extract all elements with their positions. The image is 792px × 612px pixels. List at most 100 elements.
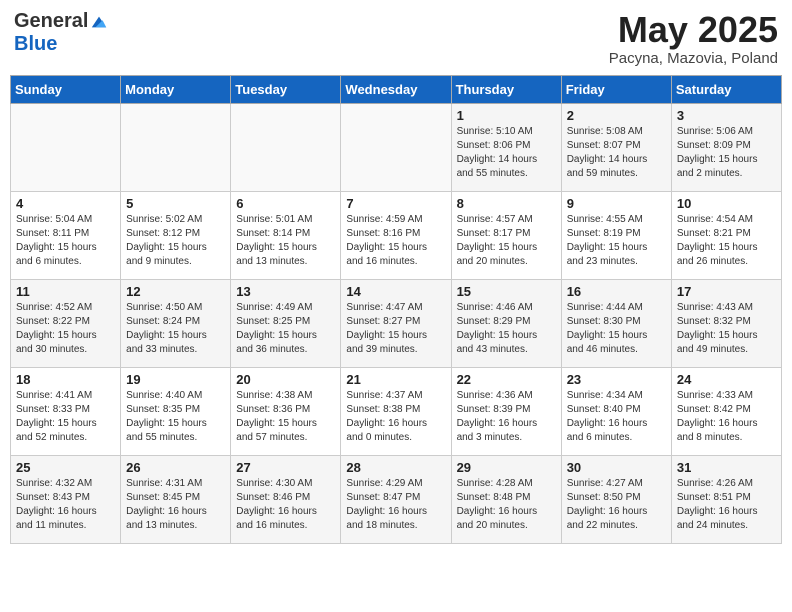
- day-header-sunday: Sunday: [11, 75, 121, 103]
- calendar-cell: 16 Sunrise: 4:44 AM Sunset: 8:30 PM Dayli…: [561, 279, 671, 367]
- calendar-cell: 9 Sunrise: 4:55 AM Sunset: 8:19 PM Daylig…: [561, 191, 671, 279]
- day-info: Sunrise: 4:41 AM Sunset: 8:33 PM Dayligh…: [16, 389, 115, 445]
- day-number: 25: [16, 460, 115, 475]
- calendar-cell: 30 Sunrise: 4:27 AM Sunset: 8:50 PM Dayli…: [561, 455, 671, 543]
- day-header-friday: Friday: [561, 75, 671, 103]
- calendar-cell: 29 Sunrise: 4:28 AM Sunset: 8:48 PM Dayli…: [451, 455, 561, 543]
- day-info: Sunrise: 4:34 AM Sunset: 8:40 PM Dayligh…: [567, 389, 666, 445]
- day-number: 14: [346, 284, 445, 299]
- day-number: 24: [677, 372, 776, 387]
- calendar-cell: 13Sunrise: 4:49 AM Sunset: 8:25 PM Dayli…: [231, 279, 341, 367]
- day-number: 11: [16, 284, 115, 299]
- calendar-week-1: 1 Sunrise: 5:10 AM Sunset: 8:06 PM Daylig…: [11, 103, 782, 191]
- day-info: Sunrise: 4:30 AM Sunset: 8:46 PM Dayligh…: [236, 477, 335, 533]
- title-section: May 2025 Pacyna, Mazovia, Poland: [609, 10, 778, 67]
- month-title: May 2025: [609, 10, 778, 50]
- logo: General Blue: [14, 10, 108, 56]
- day-number: 19: [126, 372, 225, 387]
- day-number: 5: [126, 196, 225, 211]
- calendar-cell: 10 Sunrise: 4:54 AM Sunset: 8:21 PM Dayli…: [671, 191, 781, 279]
- day-number: 9: [567, 196, 666, 211]
- day-number: 15: [457, 284, 556, 299]
- calendar-cell: 8Sunrise: 4:57 AM Sunset: 8:17 PM Daylig…: [451, 191, 561, 279]
- day-info: Sunrise: 4:43 AM Sunset: 8:32 PM Dayligh…: [677, 301, 776, 357]
- day-info: Sunrise: 5:06 AM Sunset: 8:09 PM Dayligh…: [677, 125, 776, 181]
- calendar-cell: 3 Sunrise: 5:06 AM Sunset: 8:09 PM Daylig…: [671, 103, 781, 191]
- day-number: 6: [236, 196, 335, 211]
- day-info: Sunrise: 5:04 AM Sunset: 8:11 PM Dayligh…: [16, 213, 115, 269]
- calendar-cell: 20 Sunrise: 4:38 AM Sunset: 8:36 PM Dayli…: [231, 367, 341, 455]
- day-number: 20: [236, 372, 335, 387]
- calendar-cell: 7Sunrise: 4:59 AM Sunset: 8:16 PM Daylig…: [341, 191, 451, 279]
- logo-blue-text: Blue: [14, 33, 57, 56]
- calendar-cell: [11, 103, 121, 191]
- calendar-cell: 12 Sunrise: 4:50 AM Sunset: 8:24 PM Dayli…: [121, 279, 231, 367]
- day-info: Sunrise: 4:29 AM Sunset: 8:47 PM Dayligh…: [346, 477, 445, 533]
- day-number: 17: [677, 284, 776, 299]
- day-info: Sunrise: 4:46 AM Sunset: 8:29 PM Dayligh…: [457, 301, 556, 357]
- calendar-cell: 6 Sunrise: 5:01 AM Sunset: 8:14 PM Daylig…: [231, 191, 341, 279]
- day-number: 16: [567, 284, 666, 299]
- day-info: Sunrise: 4:52 AM Sunset: 8:22 PM Dayligh…: [16, 301, 115, 357]
- day-number: 26: [126, 460, 225, 475]
- calendar-week-5: 25Sunrise: 4:32 AM Sunset: 8:43 PM Dayli…: [11, 455, 782, 543]
- day-number: 12: [126, 284, 225, 299]
- day-info: Sunrise: 4:33 AM Sunset: 8:42 PM Dayligh…: [677, 389, 776, 445]
- day-number: 21: [346, 372, 445, 387]
- day-info: Sunrise: 4:44 AM Sunset: 8:30 PM Dayligh…: [567, 301, 666, 357]
- calendar-cell: 5 Sunrise: 5:02 AM Sunset: 8:12 PM Daylig…: [121, 191, 231, 279]
- day-info: Sunrise: 4:47 AM Sunset: 8:27 PM Dayligh…: [346, 301, 445, 357]
- day-number: 30: [567, 460, 666, 475]
- day-number: 10: [677, 196, 776, 211]
- day-number: 29: [457, 460, 556, 475]
- day-number: 3: [677, 108, 776, 123]
- calendar-cell: 28Sunrise: 4:29 AM Sunset: 8:47 PM Dayli…: [341, 455, 451, 543]
- calendar-cell: 15 Sunrise: 4:46 AM Sunset: 8:29 PM Dayli…: [451, 279, 561, 367]
- logo-general-text: General: [14, 10, 88, 33]
- calendar-cell: [231, 103, 341, 191]
- calendar-cell: 17 Sunrise: 4:43 AM Sunset: 8:32 PM Dayli…: [671, 279, 781, 367]
- day-info: Sunrise: 4:55 AM Sunset: 8:19 PM Dayligh…: [567, 213, 666, 269]
- day-number: 23: [567, 372, 666, 387]
- day-info: Sunrise: 4:40 AM Sunset: 8:35 PM Dayligh…: [126, 389, 225, 445]
- day-header-thursday: Thursday: [451, 75, 561, 103]
- day-info: Sunrise: 4:49 AM Sunset: 8:25 PM Dayligh…: [236, 301, 335, 357]
- day-info: Sunrise: 4:28 AM Sunset: 8:48 PM Dayligh…: [457, 477, 556, 533]
- calendar-cell: 24 Sunrise: 4:33 AM Sunset: 8:42 PM Dayli…: [671, 367, 781, 455]
- day-info: Sunrise: 5:01 AM Sunset: 8:14 PM Dayligh…: [236, 213, 335, 269]
- calendar-cell: 18 Sunrise: 4:41 AM Sunset: 8:33 PM Dayli…: [11, 367, 121, 455]
- day-number: 1: [457, 108, 556, 123]
- day-number: 2: [567, 108, 666, 123]
- day-header-wednesday: Wednesday: [341, 75, 451, 103]
- day-info: Sunrise: 4:54 AM Sunset: 8:21 PM Dayligh…: [677, 213, 776, 269]
- day-info: Sunrise: 5:10 AM Sunset: 8:06 PM Dayligh…: [457, 125, 556, 181]
- day-info: Sunrise: 5:08 AM Sunset: 8:07 PM Dayligh…: [567, 125, 666, 181]
- day-info: Sunrise: 4:36 AM Sunset: 8:39 PM Dayligh…: [457, 389, 556, 445]
- day-number: 22: [457, 372, 556, 387]
- location-subtitle: Pacyna, Mazovia, Poland: [609, 50, 778, 67]
- day-number: 27: [236, 460, 335, 475]
- calendar-cell: [121, 103, 231, 191]
- calendar-header-row: SundayMondayTuesdayWednesdayThursdayFrid…: [11, 75, 782, 103]
- day-number: 4: [16, 196, 115, 211]
- calendar-week-4: 18 Sunrise: 4:41 AM Sunset: 8:33 PM Dayli…: [11, 367, 782, 455]
- day-number: 18: [16, 372, 115, 387]
- day-info: Sunrise: 4:27 AM Sunset: 8:50 PM Dayligh…: [567, 477, 666, 533]
- day-info: Sunrise: 4:50 AM Sunset: 8:24 PM Dayligh…: [126, 301, 225, 357]
- calendar-cell: 1 Sunrise: 5:10 AM Sunset: 8:06 PM Daylig…: [451, 103, 561, 191]
- day-info: Sunrise: 4:31 AM Sunset: 8:45 PM Dayligh…: [126, 477, 225, 533]
- day-info: Sunrise: 5:02 AM Sunset: 8:12 PM Dayligh…: [126, 213, 225, 269]
- calendar-cell: [341, 103, 451, 191]
- calendar-cell: 23 Sunrise: 4:34 AM Sunset: 8:40 PM Dayli…: [561, 367, 671, 455]
- calendar-cell: 4 Sunrise: 5:04 AM Sunset: 8:11 PM Daylig…: [11, 191, 121, 279]
- day-info: Sunrise: 4:38 AM Sunset: 8:36 PM Dayligh…: [236, 389, 335, 445]
- day-header-monday: Monday: [121, 75, 231, 103]
- day-info: Sunrise: 4:37 AM Sunset: 8:38 PM Dayligh…: [346, 389, 445, 445]
- logo-icon: [90, 13, 108, 31]
- calendar-cell: 31Sunrise: 4:26 AM Sunset: 8:51 PM Dayli…: [671, 455, 781, 543]
- day-number: 8: [457, 196, 556, 211]
- calendar-cell: 14 Sunrise: 4:47 AM Sunset: 8:27 PM Dayli…: [341, 279, 451, 367]
- day-header-tuesday: Tuesday: [231, 75, 341, 103]
- calendar-week-2: 4 Sunrise: 5:04 AM Sunset: 8:11 PM Daylig…: [11, 191, 782, 279]
- calendar-cell: 19 Sunrise: 4:40 AM Sunset: 8:35 PM Dayli…: [121, 367, 231, 455]
